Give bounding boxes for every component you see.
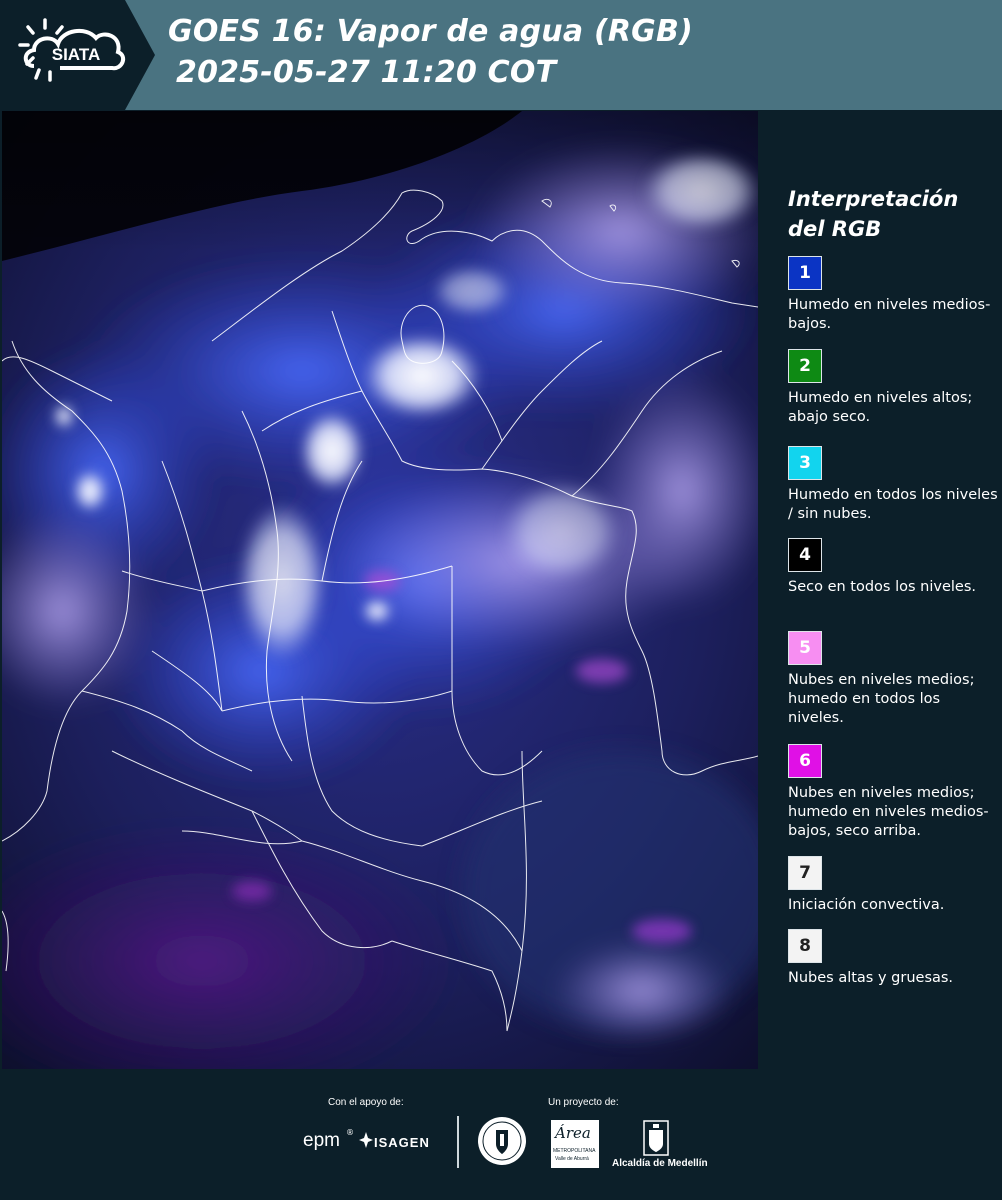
- legend-text-4: Seco en todos los niveles.: [788, 579, 976, 595]
- legend-swatch-6: 6: [788, 744, 822, 778]
- legend-text-2: Humedo en niveles altos; abajo seco.: [788, 390, 973, 425]
- legend-item-3: 3 Humedo en todos los niveles / sin nube…: [788, 446, 998, 524]
- page-timestamp: 2025-05-27 11:20 COT: [176, 55, 557, 90]
- siata-logo: SIATA: [0, 0, 155, 110]
- registered-icon: ®: [346, 1128, 354, 1137]
- legend-item-4: 4 Seco en todos los niveles.: [788, 538, 998, 597]
- area-metropolitana-logo: Área METROPOLITANA Valle de Aburrá: [551, 1120, 599, 1168]
- header-bar: SIATA GOES 16: Vapor de agua (RGB) 2025-…: [0, 0, 1002, 110]
- alcaldia-crest-icon: [643, 1120, 669, 1156]
- legend-panel: Interpretación del RGB 1 Humedo en nivel…: [774, 110, 1002, 1070]
- legend-swatch-4: 4: [788, 538, 822, 572]
- legend-swatch-7: 7: [788, 856, 822, 890]
- legend-item-8: 8 Nubes altas y gruesas.: [788, 929, 998, 988]
- epm-logo: epm: [303, 1130, 340, 1151]
- legend-item-5: 5 Nubes en niveles medios; humedo en tod…: [788, 631, 998, 728]
- legend-item-6: 6 Nubes en niveles medios; humedo en niv…: [788, 744, 998, 841]
- legend-title: Interpretación del RGB: [788, 187, 959, 241]
- legend-swatch-5: 5: [788, 631, 822, 665]
- university-seal-icon: [478, 1117, 526, 1165]
- legend-swatch-2: 2: [788, 349, 822, 383]
- support-label: Con el apoyo de:: [328, 1097, 404, 1108]
- satellite-rgb-map-image: [2, 111, 758, 1069]
- siata-logo-text: SIATA: [52, 45, 100, 64]
- alcaldia-logo-text: Alcaldía de Medellín: [612, 1158, 708, 1169]
- page: SIATA GOES 16: Vapor de agua (RGB) 2025-…: [0, 0, 1002, 1200]
- legend-text-6: Nubes en niveles medios; humedo en nivel…: [788, 785, 989, 839]
- isagen-logo: ISAGEN: [374, 1135, 430, 1150]
- legend-text-1: Humedo en niveles medios-bajos.: [788, 297, 991, 332]
- legend-text-5: Nubes en niveles medios; humedo en todos…: [788, 672, 975, 726]
- page-title: GOES 16: Vapor de agua (RGB): [168, 14, 693, 49]
- footer-divider: [457, 1116, 459, 1168]
- footer: Con el apoyo de: Un proyecto de: epm ® I…: [0, 1070, 1002, 1200]
- legend-text-7: Iniciación convectiva.: [788, 897, 945, 913]
- legend-text-8: Nubes altas y gruesas.: [788, 970, 954, 986]
- legend-swatch-3: 3: [788, 446, 822, 480]
- isagen-icon: [359, 1132, 373, 1148]
- legend-text-3: Humedo en todos los niveles / sin nubes.: [788, 487, 998, 522]
- legend-swatch-1: 1: [788, 256, 822, 290]
- project-label: Un proyecto de:: [548, 1097, 619, 1108]
- legend-item-1: 1 Humedo en niveles medios-bajos.: [788, 256, 998, 334]
- legend-swatch-8: 8: [788, 929, 822, 963]
- satellite-map: [2, 111, 758, 1069]
- legend-item-7: 7 Iniciación convectiva.: [788, 856, 998, 915]
- legend-item-2: 2 Humedo en niveles altos; abajo seco.: [788, 349, 998, 427]
